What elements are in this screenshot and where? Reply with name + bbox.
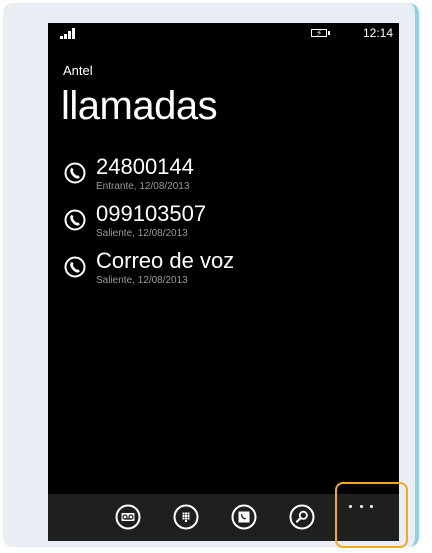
keypad-icon[interactable] <box>173 504 199 530</box>
call-item[interactable]: Correo de voz Saliente, 12/08/2013 <box>64 248 384 295</box>
battery-charging-icon: ⚡ <box>311 28 330 38</box>
phone-icon[interactable] <box>64 162 86 184</box>
phone-icon[interactable] <box>64 209 86 231</box>
call-number[interactable]: Correo de voz <box>96 248 234 274</box>
more-options-icon[interactable] <box>349 500 373 512</box>
call-item[interactable]: 24800144 Entrante, 12/08/2013 <box>64 154 384 201</box>
page-title: llamadas <box>61 84 218 128</box>
call-detail: Entrante, 12/08/2013 <box>96 181 190 192</box>
contacts-icon[interactable] <box>231 504 257 530</box>
app-name: Antel <box>63 63 93 78</box>
call-number[interactable]: 24800144 <box>96 154 194 180</box>
status-bar: ⚡ 12:14 <box>48 23 399 43</box>
call-history-list: 24800144 Entrante, 12/08/2013 099103507 … <box>64 154 384 295</box>
voicemail-icon[interactable] <box>115 504 141 530</box>
signal-icon <box>60 27 78 39</box>
call-detail: Saliente, 12/08/2013 <box>96 275 188 286</box>
search-icon[interactable] <box>289 504 315 530</box>
phone-screen: ⚡ 12:14 Antel llamadas 24800144 Entrante… <box>48 23 399 541</box>
call-detail: Saliente, 12/08/2013 <box>96 228 188 239</box>
call-number[interactable]: 099103507 <box>96 201 206 227</box>
call-item[interactable]: 099103507 Saliente, 12/08/2013 <box>64 201 384 248</box>
phone-icon[interactable] <box>64 256 86 278</box>
app-bar <box>48 494 399 541</box>
status-time: 12:14 <box>362 26 393 40</box>
